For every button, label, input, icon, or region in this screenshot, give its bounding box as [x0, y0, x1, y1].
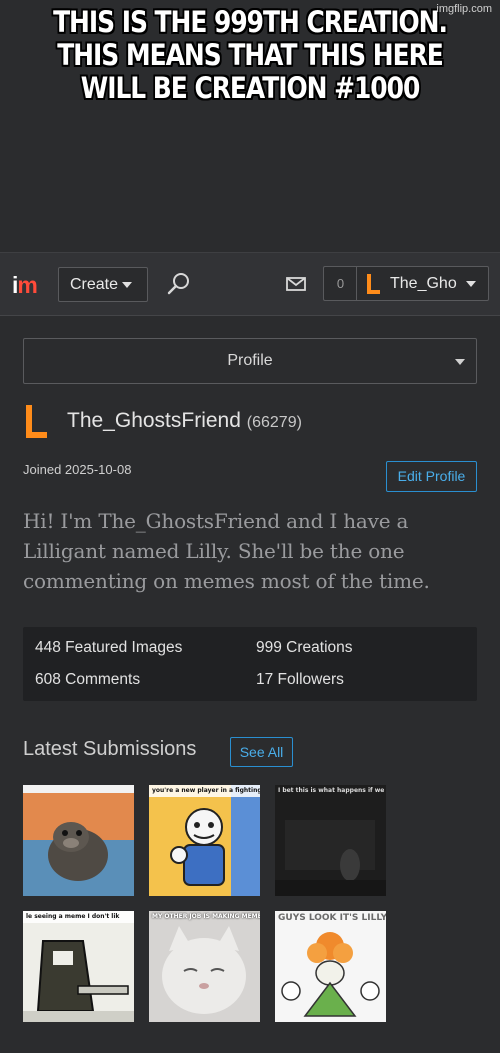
user-l-icon: [367, 274, 380, 294]
chevron-down-icon: [466, 281, 476, 287]
profile-stats: 448 Featured Images 999 Creations 608 Co…: [23, 627, 477, 701]
thumbnail-caption: GUYS LOOK IT'S LILLY!: [278, 913, 386, 923]
suit-cartoon-image: [23, 911, 134, 1022]
lilligant-cartoon-image: [275, 911, 386, 1022]
latest-submissions-title: Latest Submissions: [23, 738, 197, 760]
user-rank-icon: [26, 405, 47, 438]
search-icon[interactable]: [167, 271, 193, 297]
joined-date: Joined 2025-10-08: [23, 462, 132, 477]
profile-username-text: The_GhostsFriend: [67, 409, 241, 432]
logo-letter-m: m: [17, 272, 37, 298]
thumbnail-caption: MY OTHER JOB IS MAKING MEMES ON IMGFLIP: [152, 913, 260, 920]
thumbnail-caption: I bet this is what happens if we hit the…: [278, 787, 386, 794]
seal-photo-image: [23, 785, 134, 896]
see-all-button[interactable]: See All: [230, 737, 293, 767]
profile-points: (66279): [246, 414, 302, 431]
chevron-down-icon: [455, 359, 465, 365]
stat-featured-images[interactable]: 448 Featured Images: [35, 639, 182, 657]
profile-section-select[interactable]: Profile: [23, 338, 477, 384]
crying-cat-image: [149, 911, 260, 1022]
imgflip-watermark: imgflip.com: [436, 3, 492, 15]
create-dropdown-button[interactable]: Create: [58, 267, 148, 302]
profile-bio: Hi! I'm The_GhostsFriend and I have a Li…: [23, 509, 430, 593]
chevron-down-icon: [122, 281, 133, 288]
meme-caption-area: THIS IS THE 999TH CREATION. THIS MEANS T…: [0, 0, 500, 252]
submission-thumbnail-lilly[interactable]: GUYS LOOK IT'S LILLY!: [275, 911, 386, 1022]
sans-cartoon-image: [149, 785, 260, 896]
notification-count[interactable]: 0: [323, 266, 357, 301]
mail-icon[interactable]: [286, 276, 306, 292]
profile-username: The_GhostsFriend (66279): [67, 409, 302, 433]
submission-thumbnail-suit[interactable]: le seeing a meme I don't lik: [23, 911, 134, 1022]
stat-comments[interactable]: 608 Comments: [35, 671, 140, 689]
meme-caption: THIS IS THE 999TH CREATION. THIS MEANS T…: [53, 5, 448, 105]
nav-username: The_Gho: [390, 275, 457, 292]
edit-profile-button[interactable]: Edit Profile: [386, 461, 477, 492]
thumbnail-caption: you're a new player in a fighting: [149, 785, 260, 797]
user-menu-button[interactable]: The_Gho: [356, 266, 489, 301]
profile-select-value: Profile: [227, 352, 273, 369]
dark-room-image: [275, 785, 386, 896]
submission-thumbnail-sans[interactable]: you're a new player in a fighting: [149, 785, 260, 896]
stat-creations[interactable]: 999 Creations: [256, 639, 353, 657]
stat-followers[interactable]: 17 Followers: [256, 671, 344, 689]
submission-thumbnail-seal[interactable]: [23, 785, 134, 896]
submission-thumbnail-dark-room[interactable]: I bet this is what happens if we hit the…: [275, 785, 386, 896]
submission-thumbnail-cat[interactable]: MY OTHER JOB IS MAKING MEMES ON IMGFLIP: [149, 911, 260, 1022]
thumbnail-caption: le seeing a meme I don't lik: [23, 911, 134, 923]
create-label: Create: [70, 276, 119, 293]
imgflip-logo[interactable]: im: [12, 271, 38, 299]
